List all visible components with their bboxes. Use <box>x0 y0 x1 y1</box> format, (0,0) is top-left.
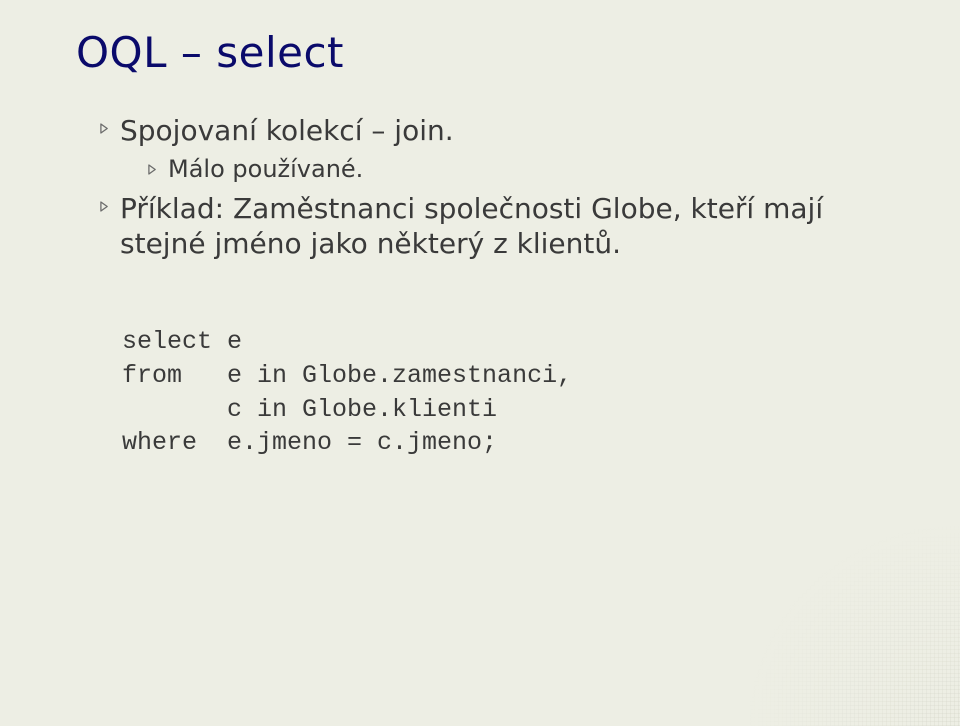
bullet-text: Málo používané. <box>168 154 363 185</box>
bullet-text: Příklad: Zaměstnanci společnosti Globe, … <box>120 191 884 261</box>
bullet-text: Spojovaní kolekcí – join. <box>120 113 454 148</box>
code-line: from e in Globe.zamestnanci, <box>122 361 572 390</box>
bullet-arrow-icon <box>148 154 168 184</box>
slide-title: OQL – select <box>76 28 884 77</box>
code-line: c in Globe.klienti <box>122 395 497 424</box>
bullet-item: Spojovaní kolekcí – join. <box>100 113 884 148</box>
bullet-arrow-icon <box>100 113 120 143</box>
corner-texture <box>750 526 960 726</box>
code-line: select e <box>122 327 242 356</box>
bullet-arrow-icon <box>100 191 120 221</box>
slide: OQL – select Spojovaní kolekcí – join. M… <box>0 0 960 726</box>
bullet-subitem: Málo používané. <box>148 154 884 185</box>
code-block: select e from e in Globe.zamestnanci, c … <box>122 325 884 460</box>
code-line: where e.jmeno = c.jmeno; <box>122 428 497 457</box>
bullet-item: Příklad: Zaměstnanci společnosti Globe, … <box>100 191 884 261</box>
